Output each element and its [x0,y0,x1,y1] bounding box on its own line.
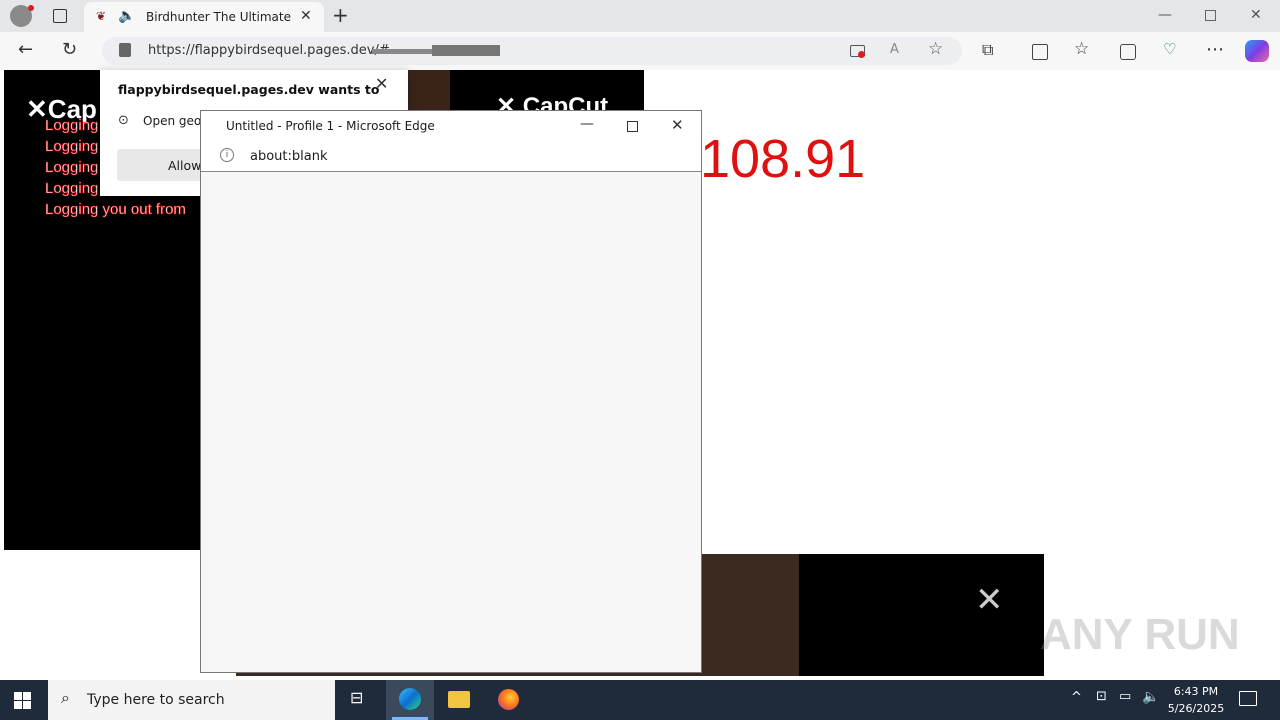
popup-window: Untitled - Profile 1 - Microsoft Edge — … [200,110,702,673]
audio-playing-icon[interactable]: 🔈 [118,9,135,23]
tab-title: Birdhunter The Ultimate Gar [146,10,294,24]
tab-active[interactable]: ❦ 🔈 Birdhunter The Ultimate Gar ✕ [84,2,324,32]
file-explorer-icon[interactable] [448,691,470,708]
collections-icon[interactable] [1120,44,1136,60]
permission-title: flappybirdsequel.pages.dev wants to [118,82,380,97]
minimize-button[interactable]: — [1158,8,1172,22]
blocked-badge [858,51,865,58]
favorites-icon[interactable]: ☆ [1074,41,1089,58]
refresh-icon[interactable]: ↻ [62,41,77,59]
search-icon: ⌕ [61,688,70,707]
performance-icon[interactable]: ♡ [1163,42,1176,57]
copilot-icon[interactable] [1245,40,1269,62]
watermark: ANY RUN [1040,610,1240,659]
popup-url: about:blank [250,149,328,164]
info-icon[interactable]: i [220,148,234,162]
taskbar-edge-active[interactable] [386,680,434,720]
geo-location-icon: ⊙ [118,113,129,128]
new-tab-button[interactable]: + [332,5,349,25]
popup-title: Untitled - Profile 1 - Microsoft Edge [226,119,435,133]
tray-device-icon[interactable]: ⊡ [1096,690,1107,703]
allow-label: Allow [168,158,202,173]
big-number: 108.91 [700,129,866,189]
popup-titlebar: Untitled - Profile 1 - Microsoft Edge — … [201,111,701,141]
permission-item: Open geo l [143,114,209,128]
logging-line: Logging you out from [45,201,187,219]
edge-icon [399,688,421,710]
network-icon[interactable]: ▭ [1119,690,1131,703]
read-aloud-icon[interactable]: A [890,43,899,56]
task-view-icon[interactable]: ⊟ [350,690,363,706]
lock-icon[interactable] [119,43,131,57]
address-bar[interactable]: https://flappybirdsequel.pages.dev/# A ☆ [102,37,962,65]
url-redacted [372,49,432,54]
firefox-icon[interactable] [498,689,519,710]
tab-actions-icon[interactable] [53,9,67,23]
popup-minimize-button[interactable]: — [580,117,594,131]
tray-expand-icon[interactable]: ^ [1071,691,1082,704]
back-icon[interactable]: ← [18,41,33,59]
capcut-symbol-icon: ✕ [975,580,1004,620]
taskbar-search[interactable]: ⌕ Type here to search [48,680,335,720]
close-tab-icon[interactable]: ✕ [300,9,312,23]
tab-bar: ❦ 🔈 Birdhunter The Ultimate Gar ✕ + — ✕ [0,0,1280,32]
close-window-button[interactable]: ✕ [1250,8,1262,22]
volume-icon[interactable]: 🔈 [1142,690,1159,704]
extensions-icon[interactable]: ⧉ [982,42,993,58]
start-icon[interactable] [14,692,22,700]
favorite-icon[interactable]: ☆ [928,41,943,58]
clock-time: 6:43 PM [1173,685,1219,698]
notifications-icon[interactable] [1239,691,1257,706]
search-placeholder: Type here to search [87,692,225,708]
split-icon[interactable] [1032,44,1048,60]
url-text: https://flappybirdsequel.pages.dev/# [148,43,390,58]
popup-address-bar[interactable]: i about:blank [201,141,701,172]
popup-close-button[interactable]: ✕ [671,118,684,133]
close-prompt-icon[interactable]: ✕ [375,76,388,92]
allow-button[interactable]: Allow [117,149,207,181]
more-icon[interactable]: ⋯ [1206,41,1224,59]
video-bottom-right: ✕ [799,554,1044,676]
url-redacted-2 [432,45,500,56]
clock-date: 5/26/2025 [1167,702,1225,715]
video-face-top [408,70,450,110]
notification-dot [28,5,34,11]
popup-maximize-button[interactable] [627,121,638,132]
restore-button[interactable] [1205,10,1216,21]
site-favicon-icon: ❦ [96,9,107,23]
clock[interactable]: 6:43 PM 5/26/2025 [1166,683,1226,717]
video-top-right: ✕ CapCut [450,70,644,120]
